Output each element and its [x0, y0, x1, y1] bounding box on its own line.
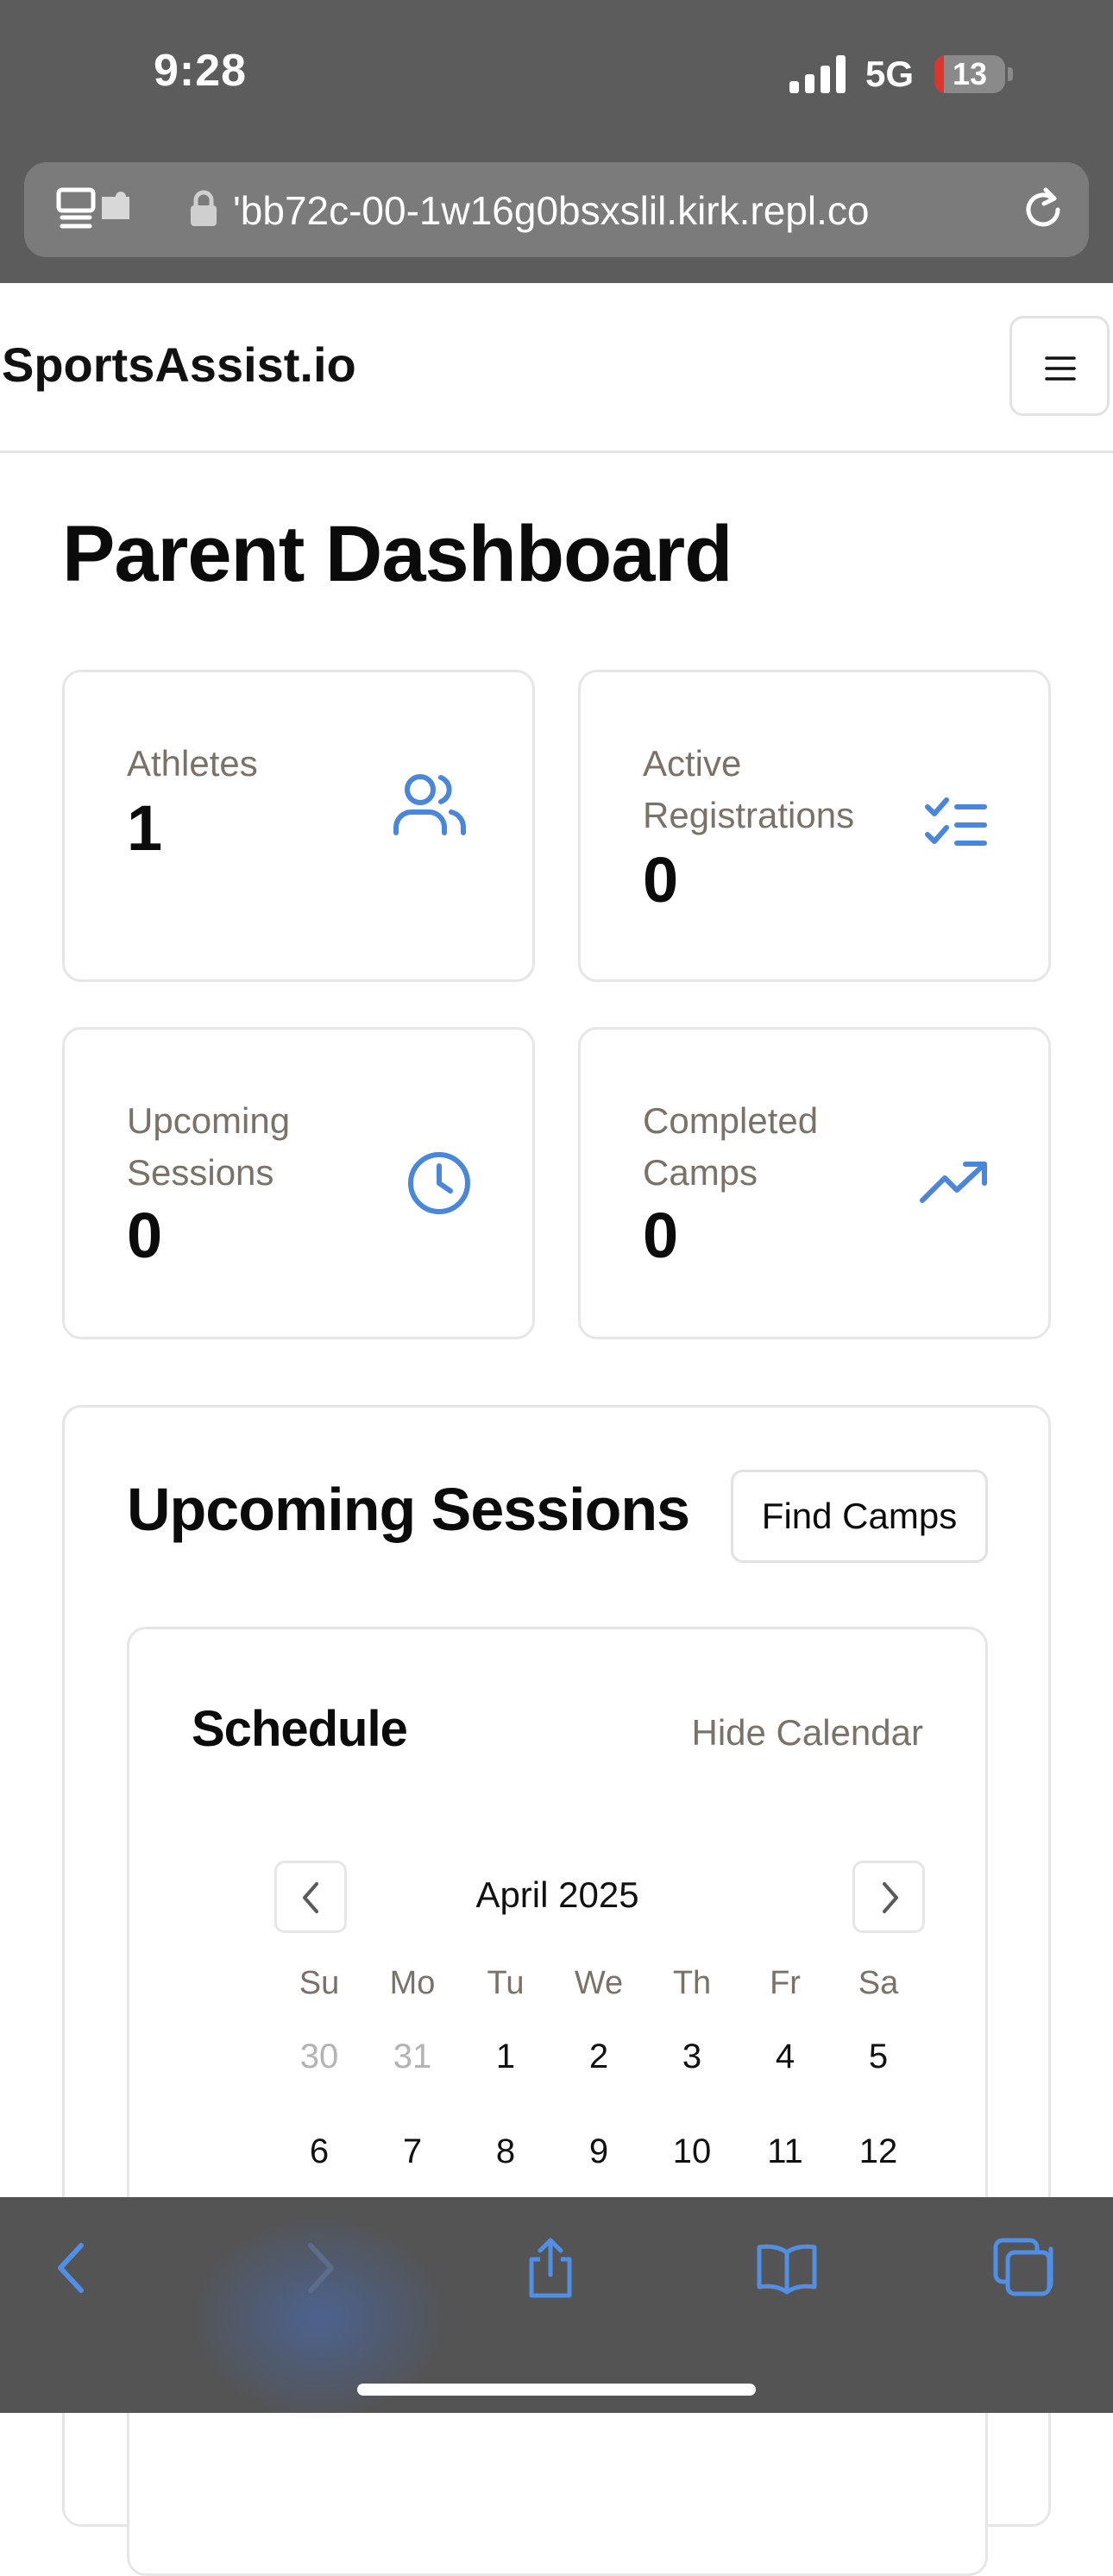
- share-icon[interactable]: [518, 2235, 583, 2301]
- checklist-icon: [925, 797, 987, 846]
- calendar-weekday-row: Su Mo Tu We Th Fr Sa: [273, 1957, 925, 2009]
- battery-level: 13: [952, 56, 988, 91]
- browser-top-chrome: 9:28 5G 13 'bb72c-00-1w16g0bsxslil.kirk.…: [0, 0, 1113, 283]
- browser-toolbar: [0, 2197, 1113, 2422]
- brand-logo-text[interactable]: SportsAssist.io: [2, 337, 356, 393]
- calendar-day[interactable]: 5: [832, 2037, 925, 2076]
- schedule-card: Schedule Hide Calendar April 2025 Su Mo …: [127, 1627, 988, 2576]
- calendar-week-row: 6 7 8 9 10 11 12: [273, 2104, 925, 2199]
- find-camps-button[interactable]: Find Camps: [731, 1470, 988, 1563]
- calendar-day[interactable]: 3: [645, 2037, 739, 2076]
- stat-card-upcoming-sessions[interactable]: Upcoming Sessions 0: [62, 1027, 535, 1339]
- weekday-label: Th: [672, 1964, 712, 2001]
- hide-calendar-link[interactable]: Hide Calendar: [692, 1712, 924, 1754]
- calendar-day[interactable]: 6: [273, 2132, 366, 2171]
- calendar-day[interactable]: 8: [459, 2132, 552, 2171]
- weekday-label: Tu: [487, 1964, 525, 2001]
- stat-card-completed-camps[interactable]: Completed Camps 0: [578, 1027, 1051, 1339]
- hamburger-menu-icon: [1045, 356, 1076, 381]
- calendar-grid: Su Mo Tu We Th Fr Sa 30 31 1 2 3 4 5 6 7…: [273, 1957, 925, 2199]
- page-settings-icon[interactable]: [55, 186, 135, 233]
- stat-label: Completed Camps: [643, 1100, 819, 1193]
- forward-icon[interactable]: [285, 2235, 350, 2301]
- battery-cap: [1008, 67, 1013, 81]
- stat-value: 0: [643, 1200, 679, 1271]
- menu-button[interactable]: [1009, 316, 1110, 416]
- calendar-week-row: 30 31 1 2 3 4 5: [273, 2009, 925, 2104]
- home-indicator[interactable]: [357, 2384, 756, 2396]
- trending-up-icon: [920, 1162, 987, 1203]
- stat-value: 1: [127, 792, 163, 864]
- weekday-label: We: [574, 1964, 624, 2001]
- url-text[interactable]: 'bb72c-00-1w16g0bsxslil.kirk.repl.co: [233, 185, 1027, 236]
- calendar-day[interactable]: 7: [366, 2132, 459, 2171]
- stat-card-active-registrations[interactable]: Active Registrations 0: [578, 670, 1051, 982]
- weekday-label: Su: [299, 1964, 340, 2001]
- reload-icon[interactable]: [1018, 185, 1068, 235]
- calendar-day[interactable]: 2: [552, 2037, 645, 2076]
- calendar-day[interactable]: 11: [739, 2132, 832, 2171]
- weekday-label: Sa: [858, 1964, 899, 2001]
- stat-value: 0: [643, 844, 679, 916]
- back-icon[interactable]: [41, 2235, 107, 2301]
- weekday-label: Mo: [389, 1964, 436, 2001]
- section-title: Upcoming Sessions: [127, 1476, 690, 1543]
- calendar-day-outside-month[interactable]: 31: [366, 2037, 459, 2076]
- calendar-day[interactable]: 12: [832, 2132, 925, 2171]
- chevron-right-icon: [883, 1882, 898, 1913]
- network-type: 5G: [865, 54, 915, 94]
- weekday-label: Fr: [770, 1964, 801, 2001]
- bookmarks-icon[interactable]: [754, 2235, 820, 2301]
- app-header: SportsAssist.io: [0, 283, 1113, 453]
- clock-icon: [408, 1152, 470, 1214]
- calendar-day-outside-month[interactable]: 30: [273, 2037, 366, 2076]
- calendar-day[interactable]: 9: [552, 2132, 645, 2171]
- users-icon: [393, 774, 466, 835]
- page-title: Parent Dashboard: [62, 510, 733, 598]
- stat-value: 0: [127, 1200, 163, 1271]
- calendar-day[interactable]: 1: [459, 2037, 552, 2076]
- calendar-day[interactable]: 10: [645, 2132, 739, 2171]
- stat-label: Athletes: [127, 743, 258, 784]
- next-month-button[interactable]: [852, 1861, 925, 1933]
- stat-label: Upcoming Sessions: [127, 1100, 291, 1193]
- battery-icon: 13: [934, 55, 1005, 93]
- stat-card-athletes[interactable]: Athletes 1: [62, 670, 535, 982]
- stat-label: Active Registrations: [643, 743, 855, 835]
- calendar-day[interactable]: 4: [739, 2037, 832, 2076]
- schedule-title: Schedule: [192, 1701, 408, 1757]
- status-time: 9:28: [154, 46, 248, 96]
- tabs-icon[interactable]: [990, 2235, 1056, 2301]
- lock-icon: [191, 190, 217, 226]
- signal-strength-icon: [789, 55, 846, 93]
- address-bar[interactable]: 'bb72c-00-1w16g0bsxslil.kirk.repl.co: [24, 162, 1089, 257]
